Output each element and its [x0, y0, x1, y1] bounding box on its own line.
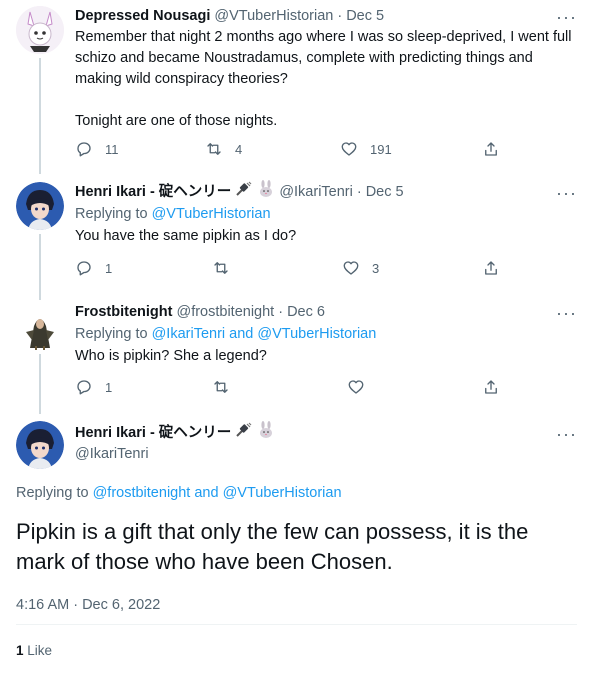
author-handle[interactable]: @frostbitenight [176, 302, 274, 322]
tweet-timestamp[interactable]: 4:16 AM · Dec 6, 2022 [16, 595, 577, 615]
character-avatar-icon [16, 302, 64, 350]
tweet-actions: 11 4 191 [0, 140, 591, 160]
anime-avatar-icon [16, 182, 64, 230]
share-button[interactable] [482, 378, 500, 396]
reply-count: 1 [105, 260, 113, 276]
avatar-henri-ikari[interactable] [16, 421, 64, 469]
reply-icon [77, 380, 91, 395]
share-button[interactable] [482, 259, 500, 277]
author-handle[interactable]: @IkariTenri [75, 444, 577, 464]
tweet-text: You have the same pipkin as I do? [75, 228, 297, 244]
author-name[interactable]: Depressed Nousagi [75, 6, 210, 26]
like-button[interactable]: 3 [342, 259, 379, 277]
author-name[interactable]: Frostbitenight [75, 302, 172, 322]
replying-to: Replying to @frostbitenight and @VTuberH… [16, 483, 577, 503]
avatar-depressed-nousagi[interactable] [16, 6, 64, 54]
retweet-button[interactable] [212, 259, 230, 277]
retweet-icon [214, 381, 228, 393]
tweet-3[interactable]: Frostbitenight @frostbitenight · Dec 6 R… [0, 296, 591, 414]
rabbit-emoji-icon [257, 421, 275, 445]
main-tweet-text: Pipkin is a gift that only the few can p… [16, 519, 529, 574]
more-options-icon[interactable]: ··· [556, 425, 577, 443]
tweet-1[interactable]: Depressed Nousagi @VTuberHistorian · Dec… [0, 0, 591, 174]
like-count: 3 [372, 260, 380, 276]
more-options-icon[interactable]: ··· [556, 8, 577, 26]
likes-summary[interactable]: 1 Like [16, 642, 577, 660]
rabbit-emoji-icon [257, 180, 275, 204]
plug-emoji-icon [235, 181, 253, 203]
reply-button[interactable]: 1 [75, 378, 112, 396]
retweet-icon [214, 262, 228, 274]
like-button[interactable] [347, 378, 365, 396]
tweet-2[interactable]: Henri Ikari - 碇ヘンリー @IkariTenri · Dec 5 … [0, 176, 591, 300]
author-handle[interactable]: @IkariTenri [279, 182, 353, 202]
more-options-icon[interactable]: ··· [556, 304, 577, 322]
reply-count: 11 [105, 141, 119, 157]
reply-button[interactable]: 1 [75, 259, 112, 277]
tweet-header: Depressed Nousagi @VTuberHistorian · Dec… [75, 6, 577, 26]
separator-dot: · [337, 8, 343, 24]
retweet-icon [207, 143, 221, 155]
author-name[interactable]: Henri Ikari - 碇ヘンリー [75, 182, 231, 202]
share-icon [485, 261, 497, 275]
replying-to-link[interactable]: @frostbitenight and @VTuberHistorian [93, 485, 342, 501]
tweet-time[interactable]: Dec 5 [366, 182, 404, 202]
replying-prefix: Replying to [75, 326, 152, 342]
separator-dot: · [356, 184, 362, 200]
divider [16, 624, 577, 625]
anime-avatar-icon [16, 421, 64, 469]
replying-to: Replying to @VTuberHistorian [75, 204, 577, 224]
plug-emoji-icon [235, 422, 253, 444]
share-icon [485, 380, 497, 394]
more-options-icon[interactable]: ··· [556, 184, 577, 202]
replying-to-link[interactable]: @VTuberHistorian [152, 206, 271, 222]
likes-count: 1 [16, 643, 24, 658]
share-button[interactable] [482, 140, 500, 158]
avatar-henri-ikari[interactable] [16, 182, 64, 230]
tweet-time[interactable]: Dec 5 [346, 6, 384, 26]
retweet-button[interactable] [212, 378, 230, 396]
likes-label: Like [27, 643, 53, 658]
main-tweet-header: Henri Ikari - 碇ヘンリー [75, 421, 577, 445]
retweet-button[interactable]: 4 [205, 140, 242, 158]
like-count: 191 [370, 141, 392, 157]
reply-icon [77, 142, 91, 157]
main-tweet: Henri Ikari - 碇ヘンリー @IkariTenri ··· Repl… [0, 418, 591, 682]
tweet-text: Remember that night 2 months ago where I… [75, 29, 572, 129]
tweet-time[interactable]: Dec 6 [287, 302, 325, 322]
reply-count: 1 [105, 379, 113, 395]
tweet-actions: 1 [0, 378, 591, 398]
replying-to: Replying to @IkariTenri and @VTuberHisto… [75, 324, 577, 344]
share-icon [485, 142, 497, 156]
heart-icon [343, 261, 359, 275]
tweet-text: Who is pipkin? She a legend? [75, 348, 267, 364]
reply-button[interactable]: 11 [75, 140, 119, 158]
tweet-header: Henri Ikari - 碇ヘンリー @IkariTenri · Dec 5 [75, 180, 577, 204]
replying-to-link[interactable]: @IkariTenri and @VTuberHistorian [152, 326, 377, 342]
author-handle[interactable]: @VTuberHistorian [214, 6, 333, 26]
heart-icon [348, 380, 364, 394]
tweet-actions: 1 3 [0, 259, 591, 279]
retweet-count: 4 [235, 141, 243, 157]
author-name[interactable]: Henri Ikari - 碇ヘンリー [75, 423, 231, 443]
replying-prefix: Replying to [75, 206, 152, 222]
like-button[interactable]: 191 [340, 140, 392, 158]
avatar-frostbitenight[interactable] [16, 302, 64, 350]
tweet-header: Frostbitenight @frostbitenight · Dec 6 [75, 302, 577, 322]
bunny-avatar-icon [16, 6, 64, 54]
reply-icon [77, 261, 91, 276]
separator-dot: · [278, 304, 284, 320]
heart-icon [341, 142, 357, 156]
replying-prefix: Replying to [16, 485, 93, 501]
